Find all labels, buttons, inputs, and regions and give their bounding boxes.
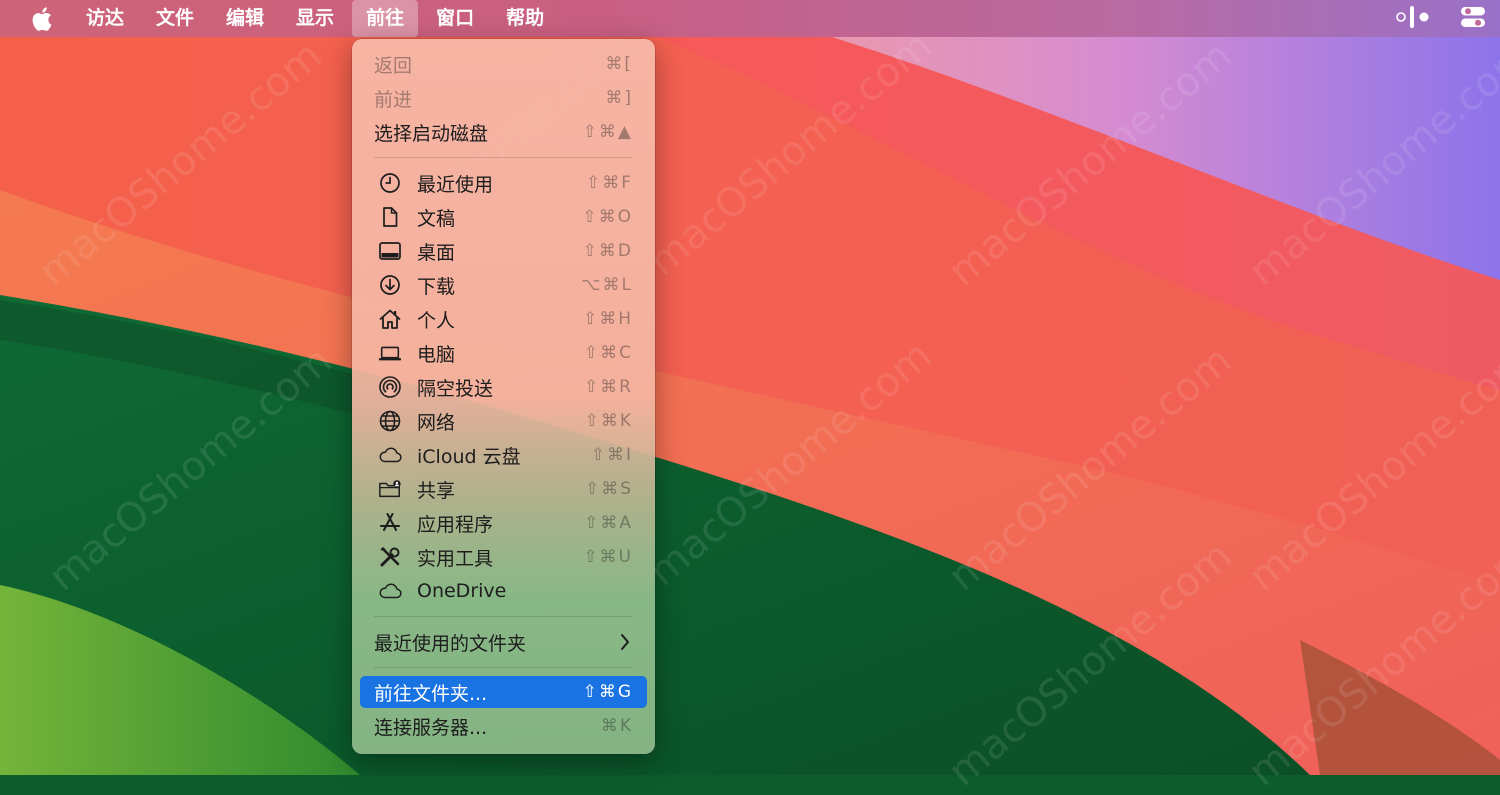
menu-bar: 访达 文件 编辑 显示 前往 窗口 帮助	[0, 0, 1500, 37]
menu-item-shortcut: ⇧⌘K	[584, 411, 633, 431]
menu-item-label: 选择启动磁盘	[374, 122, 489, 145]
menu-item-applications[interactable]: 应用程序 ⇧⌘A	[360, 506, 647, 540]
menu-separator	[374, 157, 633, 158]
menu-item-icloud[interactable]: iCloud 云盘 ⇧⌘I	[360, 438, 647, 472]
menubar-window[interactable]: 窗口	[422, 0, 488, 37]
app-store-icon	[378, 511, 402, 535]
cloud-icon	[378, 443, 402, 467]
menu-item-label: 前进	[374, 88, 413, 111]
laptop-icon	[378, 341, 402, 365]
menu-item-label: 返回	[374, 54, 413, 77]
menu-item-documents[interactable]: 文稿 ⇧⌘O	[360, 200, 647, 234]
menu-item-airdrop[interactable]: 隔空投送 ⇧⌘R	[360, 370, 647, 404]
menu-item-label: 电脑	[417, 343, 456, 366]
menu-item-label: 共享	[417, 479, 456, 502]
menu-separator	[374, 667, 633, 668]
menu-item-label: 连接服务器...	[374, 716, 488, 739]
menubar-file[interactable]: 文件	[142, 0, 208, 37]
menu-item-shortcut: ⌘]	[605, 88, 633, 108]
menubar-view[interactable]: 显示	[282, 0, 348, 37]
airdrop-icon	[378, 375, 402, 399]
menu-item-label: 实用工具	[417, 547, 494, 570]
menu-item-downloads[interactable]: 下载 ⌥⌘L	[360, 268, 647, 302]
menubar-help[interactable]: 帮助	[492, 0, 558, 37]
clock-icon	[378, 171, 402, 195]
menu-item-shortcut: ⇧⌘▲	[582, 122, 633, 142]
menu-item-label: 最近使用的文件夹	[374, 632, 527, 655]
menu-item-shortcut: ⇧⌘O	[582, 207, 633, 227]
menu-item-label: 隔空投送	[417, 377, 494, 400]
menubar-status-area	[1396, 0, 1486, 37]
menubar-edit[interactable]: 编辑	[212, 0, 278, 37]
menu-item-label: 文稿	[417, 207, 456, 230]
menu-item-connect-server[interactable]: 连接服务器... ⌘K	[360, 709, 647, 743]
menu-item-shortcut: ⇧⌘U	[583, 547, 633, 567]
menu-item-forward[interactable]: 前进 ⌘]	[360, 81, 647, 115]
menu-item-shortcut: ⇧⌘F	[585, 173, 633, 193]
menubar-finder[interactable]: 访达	[72, 0, 138, 37]
menu-item-label: 最近使用	[417, 173, 494, 196]
chevron-right-icon	[619, 632, 631, 656]
menu-item-shortcut: ⇧⌘S	[584, 479, 633, 499]
menu-item-label: 网络	[417, 411, 456, 434]
menu-item-label: iCloud 云盘	[417, 445, 521, 468]
menu-item-label: OneDrive	[417, 580, 507, 602]
menu-item-shortcut: ⇧⌘H	[582, 309, 633, 329]
menu-item-shortcut: ⇧⌘I	[590, 445, 633, 465]
menu-item-recents[interactable]: 最近使用 ⇧⌘F	[360, 166, 647, 200]
menu-item-shortcut: ⌘K	[600, 716, 633, 736]
menu-item-shortcut: ⇧⌘R	[583, 377, 633, 397]
go-menu-dropdown: 返回 ⌘[ 前进 ⌘] 选择启动磁盘 ⇧⌘▲ 最近使用 ⇧⌘F 文稿 ⇧⌘O 桌…	[352, 39, 655, 754]
download-icon	[378, 273, 402, 297]
menu-item-label: 桌面	[417, 241, 456, 264]
menu-item-shortcut: ⌥⌘L	[580, 275, 633, 295]
tools-icon	[378, 545, 402, 569]
menu-item-computer[interactable]: 电脑 ⇧⌘C	[360, 336, 647, 370]
menu-item-home[interactable]: 个人 ⇧⌘H	[360, 302, 647, 336]
menu-item-shortcut: ⌘[	[605, 54, 633, 74]
menu-item-label: 应用程序	[417, 513, 494, 536]
menu-item-shortcut: ⇧⌘G	[582, 682, 633, 702]
menu-item-onedrive[interactable]: OneDrive	[360, 574, 647, 608]
document-icon	[378, 205, 402, 229]
menu-item-shortcut: ⇧⌘A	[584, 513, 633, 533]
control-center-icon[interactable]	[1460, 6, 1486, 32]
menu-item-label: 下载	[417, 275, 456, 298]
desktop-wallpaper	[0, 0, 1500, 775]
menu-item-shared[interactable]: 共享 ⇧⌘S	[360, 472, 647, 506]
menu-item-startup-disk[interactable]: 选择启动磁盘 ⇧⌘▲	[360, 115, 647, 149]
cloud-icon	[378, 579, 402, 603]
desktop-icon	[378, 239, 402, 263]
shared-folder-icon	[378, 477, 402, 501]
menu-item-shortcut: ⇧⌘D	[582, 241, 633, 261]
menu-item-desktop[interactable]: 桌面 ⇧⌘D	[360, 234, 647, 268]
status-item-icon[interactable]	[1396, 5, 1430, 33]
menu-item-utilities[interactable]: 实用工具 ⇧⌘U	[360, 540, 647, 574]
menu-item-back[interactable]: 返回 ⌘[	[360, 47, 647, 81]
apple-menu-icon[interactable]	[22, 0, 62, 37]
globe-icon	[378, 409, 402, 433]
menu-item-network[interactable]: 网络 ⇧⌘K	[360, 404, 647, 438]
menu-item-goto-folder[interactable]: 前往文件夹... ⇧⌘G	[360, 676, 647, 708]
house-icon	[378, 307, 402, 331]
menu-separator	[374, 616, 633, 617]
menubar-go[interactable]: 前往	[352, 0, 419, 37]
menu-item-shortcut: ⇧⌘C	[583, 343, 633, 363]
menu-item-label: 个人	[417, 309, 456, 332]
menu-item-recent-folders[interactable]: 最近使用的文件夹	[360, 625, 647, 659]
menu-item-label: 前往文件夹...	[374, 682, 488, 705]
